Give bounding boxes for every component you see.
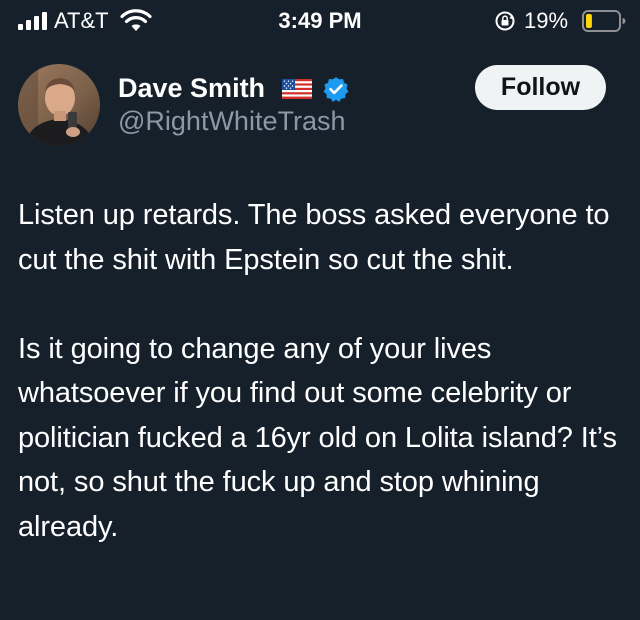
battery-percent: 19% — [524, 8, 569, 33]
user-handle[interactable]: @RightWhiteTrash — [118, 105, 345, 137]
tweet-paragraph: Listen up retards. The boss asked everyo… — [18, 199, 610, 276]
profile-photo — [18, 64, 100, 146]
avatar[interactable] — [18, 64, 100, 146]
tweet-paragraph: Is it going to change any of your lives … — [18, 332, 617, 543]
follow-button[interactable]: Follow — [475, 65, 606, 110]
battery-icon — [582, 10, 626, 32]
status-bar: AT&T 3:49 PM 19% — [0, 0, 640, 44]
display-name[interactable]: Dave Smith — [118, 72, 265, 104]
us-flag-icon — [282, 79, 312, 99]
verified-badge-icon[interactable] — [323, 76, 349, 102]
rotation-lock-icon — [495, 11, 515, 31]
tweet-text: Listen up retards. The boss asked everyo… — [18, 193, 628, 549]
